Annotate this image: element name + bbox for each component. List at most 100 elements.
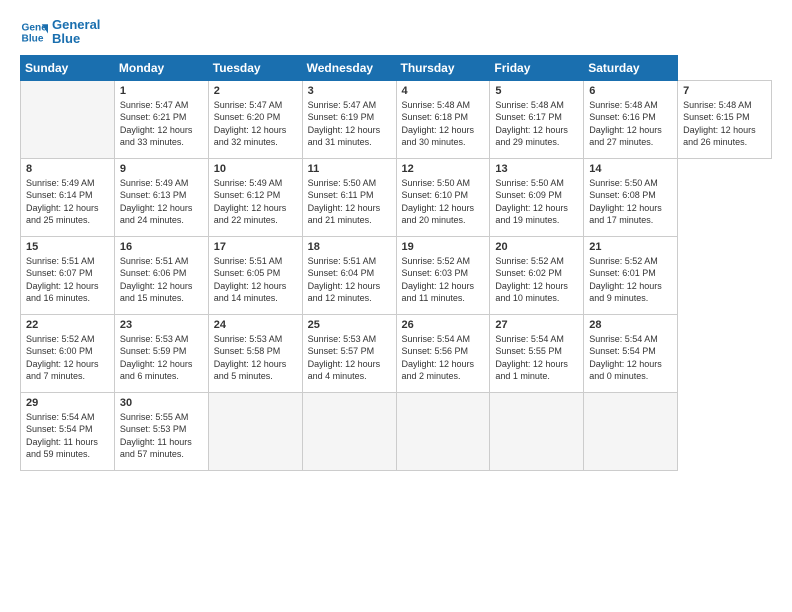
- calendar-week-4: 22Sunrise: 5:52 AMSunset: 6:00 PMDayligh…: [21, 314, 772, 392]
- calendar-cell: 23 Sunrise: 5:53 AMSunset: 5:59 PMDayligh…: [114, 314, 208, 392]
- day-number: 15: [26, 241, 109, 253]
- day-info: Sunrise: 5:53 AMSunset: 5:57 PMDaylight:…: [308, 333, 391, 383]
- calendar-cell: [584, 392, 678, 470]
- day-info: Sunrise: 5:47 AMSunset: 6:20 PMDaylight:…: [214, 99, 297, 149]
- day-number: 13: [495, 163, 578, 175]
- day-info: Sunrise: 5:54 AMSunset: 5:54 PMDaylight:…: [26, 411, 109, 461]
- day-info: Sunrise: 5:51 AMSunset: 6:05 PMDaylight:…: [214, 255, 297, 305]
- calendar-header-thursday: Thursday: [396, 55, 490, 80]
- calendar-cell: 24 Sunrise: 5:53 AMSunset: 5:58 PMDayligh…: [208, 314, 302, 392]
- calendar-header-row: SundayMondayTuesdayWednesdayThursdayFrid…: [21, 55, 772, 80]
- day-info: Sunrise: 5:48 AMSunset: 6:16 PMDaylight:…: [589, 99, 672, 149]
- logo: General Blue General Blue: [20, 18, 100, 47]
- day-number: 8: [26, 163, 109, 175]
- day-info: Sunrise: 5:50 AMSunset: 6:09 PMDaylight:…: [495, 177, 578, 227]
- day-info: Sunrise: 5:51 AMSunset: 6:07 PMDaylight:…: [26, 255, 109, 305]
- day-number: 24: [214, 319, 297, 331]
- day-info: Sunrise: 5:53 AMSunset: 5:59 PMDaylight:…: [120, 333, 203, 383]
- calendar-header-tuesday: Tuesday: [208, 55, 302, 80]
- day-number: 18: [308, 241, 391, 253]
- day-number: 26: [402, 319, 485, 331]
- calendar-cell: 10Sunrise: 5:49 AMSunset: 6:12 PMDayligh…: [208, 158, 302, 236]
- calendar-cell: 28 Sunrise: 5:54 AMSunset: 5:54 PMDayligh…: [584, 314, 678, 392]
- calendar-cell: 3 Sunrise: 5:47 AMSunset: 6:19 PMDaylight…: [302, 80, 396, 158]
- day-number: 3: [308, 85, 391, 97]
- day-number: 23: [120, 319, 203, 331]
- day-info: Sunrise: 5:52 AMSunset: 6:03 PMDaylight:…: [402, 255, 485, 305]
- calendar-cell: [490, 392, 584, 470]
- calendar-header-monday: Monday: [114, 55, 208, 80]
- day-number: 14: [589, 163, 672, 175]
- calendar-cell: 26 Sunrise: 5:54 AMSunset: 5:56 PMDayligh…: [396, 314, 490, 392]
- day-number: 16: [120, 241, 203, 253]
- calendar-cell: 6 Sunrise: 5:48 AMSunset: 6:16 PMDaylight…: [584, 80, 678, 158]
- day-info: Sunrise: 5:50 AMSunset: 6:08 PMDaylight:…: [589, 177, 672, 227]
- day-info: Sunrise: 5:49 AMSunset: 6:12 PMDaylight:…: [214, 177, 297, 227]
- page: General Blue General Blue SundayMondayTu…: [0, 0, 792, 612]
- logo-line1: General: [52, 18, 100, 32]
- calendar-cell: 8 Sunrise: 5:49 AMSunset: 6:14 PMDaylight…: [21, 158, 115, 236]
- calendar-cell: 16Sunrise: 5:51 AMSunset: 6:06 PMDayligh…: [114, 236, 208, 314]
- day-number: 21: [589, 241, 672, 253]
- calendar-cell: 13 Sunrise: 5:50 AMSunset: 6:09 PMDayligh…: [490, 158, 584, 236]
- calendar-cell: 17 Sunrise: 5:51 AMSunset: 6:05 PMDayligh…: [208, 236, 302, 314]
- calendar-cell: 14 Sunrise: 5:50 AMSunset: 6:08 PMDayligh…: [584, 158, 678, 236]
- calendar-header-wednesday: Wednesday: [302, 55, 396, 80]
- calendar-cell: 11 Sunrise: 5:50 AMSunset: 6:11 PMDayligh…: [302, 158, 396, 236]
- day-info: Sunrise: 5:55 AMSunset: 5:53 PMDaylight:…: [120, 411, 203, 461]
- day-info: Sunrise: 5:54 AMSunset: 5:56 PMDaylight:…: [402, 333, 485, 383]
- day-number: 9: [120, 163, 203, 175]
- svg-text:General: General: [22, 23, 48, 34]
- day-number: 12: [402, 163, 485, 175]
- day-info: Sunrise: 5:49 AMSunset: 6:14 PMDaylight:…: [26, 177, 109, 227]
- day-info: Sunrise: 5:52 AMSunset: 6:00 PMDaylight:…: [26, 333, 109, 383]
- day-number: 6: [589, 85, 672, 97]
- day-number: 25: [308, 319, 391, 331]
- day-number: 30: [120, 397, 203, 409]
- calendar-week-5: 29 Sunrise: 5:54 AMSunset: 5:54 PMDayligh…: [21, 392, 772, 470]
- calendar-cell: [302, 392, 396, 470]
- logo-icon: General Blue: [20, 18, 48, 46]
- day-info: Sunrise: 5:53 AMSunset: 5:58 PMDaylight:…: [214, 333, 297, 383]
- day-info: Sunrise: 5:54 AMSunset: 5:54 PMDaylight:…: [589, 333, 672, 383]
- calendar-cell: 4Sunrise: 5:48 AMSunset: 6:18 PMDaylight…: [396, 80, 490, 158]
- calendar-table: SundayMondayTuesdayWednesdayThursdayFrid…: [20, 55, 772, 471]
- day-info: Sunrise: 5:47 AMSunset: 6:21 PMDaylight:…: [120, 99, 203, 149]
- day-info: Sunrise: 5:52 AMSunset: 6:02 PMDaylight:…: [495, 255, 578, 305]
- calendar-cell: 15 Sunrise: 5:51 AMSunset: 6:07 PMDayligh…: [21, 236, 115, 314]
- calendar-cell: 21 Sunrise: 5:52 AMSunset: 6:01 PMDayligh…: [584, 236, 678, 314]
- calendar-cell: 9 Sunrise: 5:49 AMSunset: 6:13 PMDaylight…: [114, 158, 208, 236]
- calendar-cell: 29 Sunrise: 5:54 AMSunset: 5:54 PMDayligh…: [21, 392, 115, 470]
- calendar-week-3: 15 Sunrise: 5:51 AMSunset: 6:07 PMDayligh…: [21, 236, 772, 314]
- calendar-cell: 22Sunrise: 5:52 AMSunset: 6:00 PMDayligh…: [21, 314, 115, 392]
- calendar-week-2: 8 Sunrise: 5:49 AMSunset: 6:14 PMDaylight…: [21, 158, 772, 236]
- calendar-cell: 27 Sunrise: 5:54 AMSunset: 5:55 PMDayligh…: [490, 314, 584, 392]
- day-number: 11: [308, 163, 391, 175]
- calendar-cell: 20Sunrise: 5:52 AMSunset: 6:02 PMDayligh…: [490, 236, 584, 314]
- calendar-cell: 1Sunrise: 5:47 AMSunset: 6:21 PMDaylight…: [114, 80, 208, 158]
- day-info: Sunrise: 5:48 AMSunset: 6:15 PMDaylight:…: [683, 99, 766, 149]
- calendar-cell: 5Sunrise: 5:48 AMSunset: 6:17 PMDaylight…: [490, 80, 584, 158]
- calendar-cell: [208, 392, 302, 470]
- day-number: 27: [495, 319, 578, 331]
- day-info: Sunrise: 5:54 AMSunset: 5:55 PMDaylight:…: [495, 333, 578, 383]
- day-info: Sunrise: 5:47 AMSunset: 6:19 PMDaylight:…: [308, 99, 391, 149]
- day-info: Sunrise: 5:51 AMSunset: 6:04 PMDaylight:…: [308, 255, 391, 305]
- day-number: 28: [589, 319, 672, 331]
- day-number: 17: [214, 241, 297, 253]
- day-info: Sunrise: 5:50 AMSunset: 6:11 PMDaylight:…: [308, 177, 391, 227]
- calendar-cell: 18 Sunrise: 5:51 AMSunset: 6:04 PMDayligh…: [302, 236, 396, 314]
- calendar-cell: 12Sunrise: 5:50 AMSunset: 6:10 PMDayligh…: [396, 158, 490, 236]
- calendar-cell: [21, 80, 115, 158]
- calendar-week-1: 1Sunrise: 5:47 AMSunset: 6:21 PMDaylight…: [21, 80, 772, 158]
- calendar-cell: 19Sunrise: 5:52 AMSunset: 6:03 PMDayligh…: [396, 236, 490, 314]
- calendar-header-sunday: Sunday: [21, 55, 115, 80]
- day-info: Sunrise: 5:48 AMSunset: 6:18 PMDaylight:…: [402, 99, 485, 149]
- calendar-cell: 2Sunrise: 5:47 AMSunset: 6:20 PMDaylight…: [208, 80, 302, 158]
- day-number: 29: [26, 397, 109, 409]
- calendar-cell: 30 Sunrise: 5:55 AMSunset: 5:53 PMDayligh…: [114, 392, 208, 470]
- logo-line2: Blue: [52, 32, 100, 46]
- day-info: Sunrise: 5:49 AMSunset: 6:13 PMDaylight:…: [120, 177, 203, 227]
- calendar-cell: 25 Sunrise: 5:53 AMSunset: 5:57 PMDayligh…: [302, 314, 396, 392]
- day-info: Sunrise: 5:52 AMSunset: 6:01 PMDaylight:…: [589, 255, 672, 305]
